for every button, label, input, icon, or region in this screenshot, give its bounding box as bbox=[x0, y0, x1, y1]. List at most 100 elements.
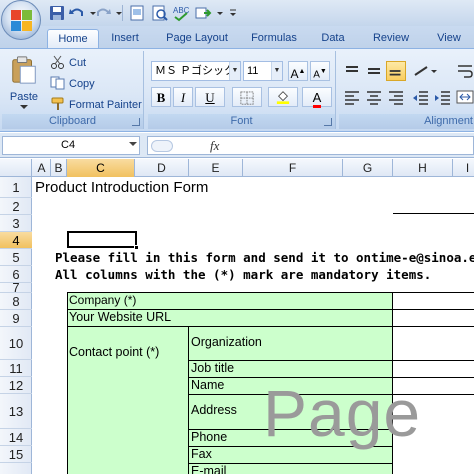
send-dropdown-icon[interactable] bbox=[211, 4, 223, 22]
cut-button[interactable]: Cut bbox=[50, 54, 86, 72]
row-header-11[interactable]: 11 bbox=[0, 360, 32, 377]
paste-button[interactable]: Paste bbox=[4, 53, 44, 111]
column-headers: A B C D E F G H I bbox=[0, 159, 474, 177]
align-bottom-icon bbox=[389, 70, 401, 76]
wrap-text-icon bbox=[458, 65, 473, 78]
bold-button[interactable]: B bbox=[151, 87, 171, 107]
font-name-value: ＭＳ Ｐゴシック bbox=[155, 65, 236, 77]
row-header-9[interactable]: 9 bbox=[0, 310, 32, 327]
alignment-group: Alignment bbox=[339, 51, 474, 129]
font-size-select[interactable]: 11 ▼ bbox=[243, 61, 283, 81]
instruction-line-1: Please fill in this form and send it to … bbox=[55, 250, 474, 265]
formula-expand-icon[interactable] bbox=[151, 140, 173, 152]
tab-home[interactable]: Home bbox=[47, 29, 99, 48]
tab-view[interactable]: View bbox=[430, 29, 468, 48]
tab-review[interactable]: Review bbox=[366, 29, 416, 48]
align-middle-button[interactable] bbox=[364, 61, 384, 81]
format-painter-label: Format Painter bbox=[69, 99, 142, 111]
column-header-h[interactable]: H bbox=[393, 159, 453, 177]
row-header-13[interactable]: 13 bbox=[0, 394, 32, 429]
row-headers: 1 2 3 4 5 6 7 8 9 10 11 12 13 14 15 bbox=[0, 177, 32, 474]
ribbon-tabs: Home Insert Page Layout Formulas Data Re… bbox=[0, 26, 474, 48]
align-top-button[interactable] bbox=[342, 61, 362, 81]
fill-color-icon bbox=[276, 91, 290, 104]
row-header-10[interactable]: 10 bbox=[0, 327, 32, 360]
font-size-value: 11 bbox=[247, 65, 259, 77]
copy-button[interactable]: Copy bbox=[50, 75, 95, 93]
fill-color-button[interactable] bbox=[268, 87, 298, 107]
tab-page-layout[interactable]: Page Layout bbox=[160, 29, 234, 48]
italic-button[interactable]: I bbox=[173, 87, 193, 107]
column-header-g[interactable]: G bbox=[343, 159, 393, 177]
row-header-16[interactable] bbox=[0, 463, 32, 474]
label-fax: Fax bbox=[191, 447, 212, 461]
row-header-12[interactable]: 12 bbox=[0, 377, 32, 394]
office-button[interactable] bbox=[1, 0, 41, 40]
column-header-c[interactable]: C bbox=[67, 159, 135, 177]
row-header-14[interactable]: 14 bbox=[0, 429, 32, 446]
row-header-1[interactable]: 1 bbox=[0, 177, 32, 198]
column-header-a[interactable]: A bbox=[33, 159, 51, 177]
column-header-f[interactable]: F bbox=[243, 159, 343, 177]
select-all-corner[interactable] bbox=[0, 159, 32, 177]
paste-icon bbox=[12, 56, 36, 84]
grow-font-button[interactable]: A▲ bbox=[288, 61, 308, 81]
clipboard-dialog-launcher-icon[interactable] bbox=[132, 118, 140, 126]
merge-center-button[interactable] bbox=[455, 87, 474, 107]
row-header-4[interactable]: 4 bbox=[0, 232, 32, 249]
tab-insert[interactable]: Insert bbox=[104, 29, 146, 48]
insert-function-icon[interactable]: fx bbox=[210, 138, 219, 154]
save-icon[interactable] bbox=[48, 4, 66, 22]
format-painter-button[interactable]: Format Painter bbox=[50, 96, 142, 114]
decrease-indent-button[interactable] bbox=[411, 87, 431, 107]
align-bottom-button[interactable] bbox=[386, 61, 406, 81]
borders-icon bbox=[240, 91, 254, 105]
align-right-button[interactable] bbox=[386, 87, 406, 107]
column-header-d[interactable]: D bbox=[135, 159, 189, 177]
label-website: Your Website URL bbox=[69, 310, 172, 324]
font-dialog-launcher-icon[interactable] bbox=[324, 118, 332, 126]
label-phone: Phone bbox=[191, 430, 228, 444]
font-name-select[interactable]: ＭＳ Ｐゴシック ▼ bbox=[151, 61, 241, 81]
selected-cell-c4[interactable] bbox=[67, 231, 137, 248]
increase-indent-button[interactable] bbox=[433, 87, 453, 107]
tab-formulas[interactable]: Formulas bbox=[246, 29, 302, 48]
row-header-7[interactable]: 7 bbox=[0, 280, 32, 295]
row-header-8[interactable]: 8 bbox=[0, 293, 32, 310]
column-header-e[interactable]: E bbox=[189, 159, 243, 177]
form-title: Product Introduction Form bbox=[35, 179, 209, 196]
align-left-button[interactable] bbox=[342, 87, 362, 107]
column-header-i[interactable]: I bbox=[453, 159, 474, 177]
row-header-2[interactable]: 2 bbox=[0, 198, 32, 215]
wrap-text-button[interactable] bbox=[455, 61, 474, 81]
page-setup-icon[interactable] bbox=[128, 4, 146, 22]
input-line-10 bbox=[393, 326, 474, 327]
row-header-3[interactable]: 3 bbox=[0, 215, 32, 232]
borders-button[interactable] bbox=[232, 87, 262, 107]
align-center-button[interactable] bbox=[364, 87, 384, 107]
name-box[interactable]: C4 bbox=[2, 136, 140, 155]
orientation-button[interactable] bbox=[411, 61, 439, 81]
paste-dropdown-icon bbox=[20, 105, 28, 109]
font-color-button[interactable]: A bbox=[302, 87, 332, 108]
worksheet[interactable]: Product Introduction Form Please fill in… bbox=[33, 177, 474, 474]
underline-button[interactable]: U bbox=[195, 87, 225, 107]
tab-data[interactable]: Data bbox=[316, 29, 350, 48]
row-line-10 bbox=[67, 326, 393, 327]
row-header-5[interactable]: 5 bbox=[0, 249, 32, 266]
spelling-icon[interactable]: ABC bbox=[172, 4, 190, 22]
undo-dropdown-icon[interactable] bbox=[84, 4, 96, 22]
instruction-line-2: All columns with the (*) mark are mandat… bbox=[55, 267, 432, 282]
redo-dropdown-icon[interactable] bbox=[110, 4, 122, 22]
input-line-11 bbox=[393, 360, 474, 361]
formula-input[interactable]: fx bbox=[147, 136, 474, 155]
row-header-15[interactable]: 15 bbox=[0, 446, 32, 463]
send-icon[interactable] bbox=[194, 4, 212, 22]
column-header-b[interactable]: B bbox=[51, 159, 67, 177]
clipboard-group: Paste Cut Copy Format Painter Clipboard bbox=[2, 51, 144, 129]
print-preview-icon[interactable] bbox=[150, 4, 168, 22]
customize-qat-icon[interactable] bbox=[224, 4, 236, 22]
label-name: Name bbox=[191, 378, 225, 392]
shrink-font-button[interactable]: A▼ bbox=[310, 61, 330, 81]
qat-separator bbox=[122, 5, 123, 21]
